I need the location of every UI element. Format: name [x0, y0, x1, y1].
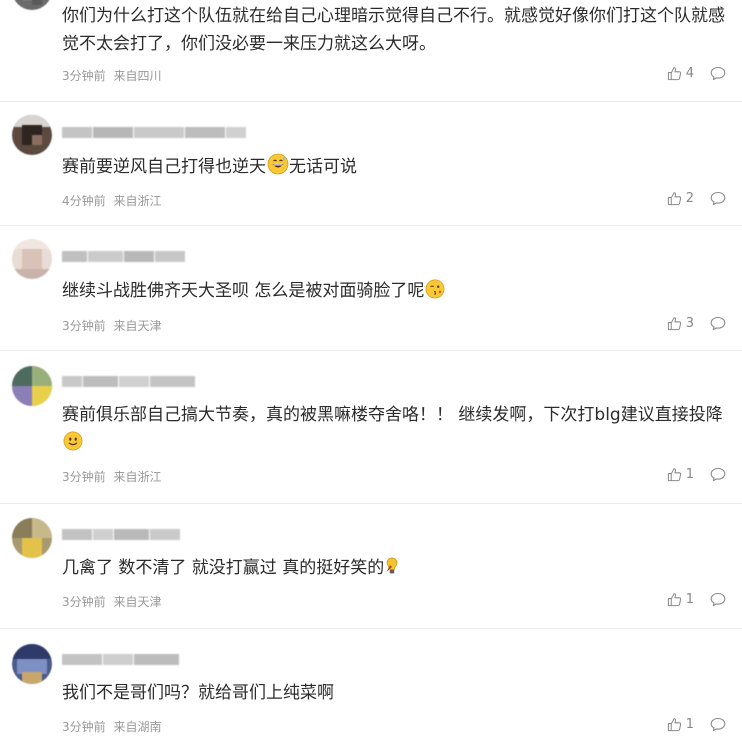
comment-bubble-icon[interactable] [710, 191, 726, 206]
username-blurred[interactable] [62, 651, 179, 667]
thumbs-up-icon [667, 191, 682, 206]
like-button[interactable]: 2 [667, 191, 694, 206]
thumbs-up-icon [667, 316, 682, 331]
username-blurred[interactable] [62, 124, 246, 140]
comment-meta: 3分钟前 来自天津 [62, 593, 165, 610]
comment-item: 赛前要逆风自己打得也逆天 无话可说 4分钟前 来自浙江 2 [0, 102, 742, 226]
comment-content: 继续斗战胜佛齐天大圣呗 怎么是被对面骑脸了呢 [62, 277, 726, 305]
grinning-sweat-emoji-icon [267, 153, 289, 175]
smile-emoji-icon [63, 431, 83, 451]
comment-bubble-icon[interactable] [710, 467, 726, 482]
username-blurred[interactable] [62, 373, 195, 389]
comment-location: 来自天津 [113, 595, 162, 609]
comment-item: 几禽了 数不清了 就没打赢过 真的挺好笑的 3分钟前 来自天津 1 [0, 504, 742, 629]
comment-bubble-icon[interactable] [710, 316, 726, 331]
avatar[interactable] [12, 115, 52, 155]
comment-location: 来自浙江 [113, 194, 162, 208]
username-blurred[interactable] [62, 526, 180, 542]
wink-kiss-emoji-icon [425, 279, 445, 299]
comment-meta: 3分钟前 来自天津 [62, 317, 165, 334]
like-button[interactable]: 1 [667, 592, 694, 607]
like-count: 3 [685, 316, 694, 331]
lightbulb-emoji-icon [385, 556, 399, 576]
comment-content: 赛前要逆风自己打得也逆天 无话可说 [62, 153, 726, 181]
avatar[interactable] [12, 239, 52, 279]
comment-actions: 4 [667, 66, 726, 81]
comment-actions: 3 [667, 316, 726, 331]
comment-time: 3分钟前 [62, 720, 106, 734]
like-button[interactable]: 1 [667, 717, 694, 732]
comment-bubble-icon[interactable] [710, 66, 726, 81]
comment-list: 你们为什么打这个队伍就在给自己心理暗示觉得自己不行。就感觉好像你们打这个队就感觉… [0, 0, 742, 748]
comment-content: 我们不是哥们吗？就给哥们上纯菜啊 [62, 683, 334, 703]
username-blurred[interactable] [62, 248, 185, 264]
comment-content: 你们为什么打这个队伍就在给自己心理暗示觉得自己不行。就感觉好像你们打这个队就感觉… [62, 6, 725, 54]
comment-item: 继续斗战胜佛齐天大圣呗 怎么是被对面骑脸了呢 3分钟前 来自天津 3 [0, 226, 742, 351]
comment-meta: 3分钟前 来自浙江 [62, 468, 165, 485]
comment-meta: 3分钟前 来自四川 [62, 67, 165, 84]
comment-location: 来自湖南 [113, 720, 162, 734]
like-count: 4 [685, 66, 694, 81]
like-button[interactable]: 4 [667, 66, 694, 81]
thumbs-up-icon [667, 66, 682, 81]
comment-item: 你们为什么打这个队伍就在给自己心理暗示觉得自己不行。就感觉好像你们打这个队就感觉… [0, 0, 742, 102]
comment-location: 来自天津 [113, 319, 162, 333]
comment-item: 我们不是哥们吗？就给哥们上纯菜啊 3分钟前 来自湖南 1 [0, 629, 742, 748]
like-count: 1 [685, 592, 694, 607]
comment-actions: 1 [667, 592, 726, 607]
avatar[interactable] [12, 644, 52, 684]
comment-time: 4分钟前 [62, 194, 106, 208]
comment-time: 3分钟前 [62, 319, 106, 333]
comment-meta: 4分钟前 来自浙江 [62, 192, 165, 209]
comment-item: 赛前俱乐部自己搞大节奏，真的被黑嘛楼夺舍咯！！ 继续发啊，下次打blg建议直接投… [0, 351, 742, 504]
comment-actions: 2 [667, 191, 726, 206]
thumbs-up-icon [667, 592, 682, 607]
like-count: 2 [685, 191, 694, 206]
comment-actions: 1 [667, 717, 726, 732]
like-button[interactable]: 1 [667, 467, 694, 482]
avatar[interactable] [12, 366, 52, 406]
thumbs-up-icon [667, 717, 682, 732]
comment-time: 3分钟前 [62, 69, 106, 83]
comment-time: 3分钟前 [62, 595, 106, 609]
comment-meta: 3分钟前 来自湖南 [62, 718, 165, 735]
comment-bubble-icon[interactable] [710, 717, 726, 732]
avatar[interactable] [12, 518, 52, 558]
comment-actions: 1 [667, 467, 726, 482]
like-button[interactable]: 3 [667, 316, 694, 331]
comment-location: 来自浙江 [113, 470, 162, 484]
like-count: 1 [685, 467, 694, 482]
comment-time: 3分钟前 [62, 470, 106, 484]
comment-bubble-icon[interactable] [710, 592, 726, 607]
like-count: 1 [685, 717, 694, 732]
comment-content: 赛前俱乐部自己搞大节奏，真的被黑嘛楼夺舍咯！！ 继续发啊，下次打blg建议直接投… [62, 401, 726, 457]
thumbs-up-icon [667, 467, 682, 482]
avatar[interactable] [12, 0, 52, 10]
comment-content: 几禽了 数不清了 就没打赢过 真的挺好笑的 [62, 554, 726, 582]
comment-location: 来自四川 [113, 69, 162, 83]
